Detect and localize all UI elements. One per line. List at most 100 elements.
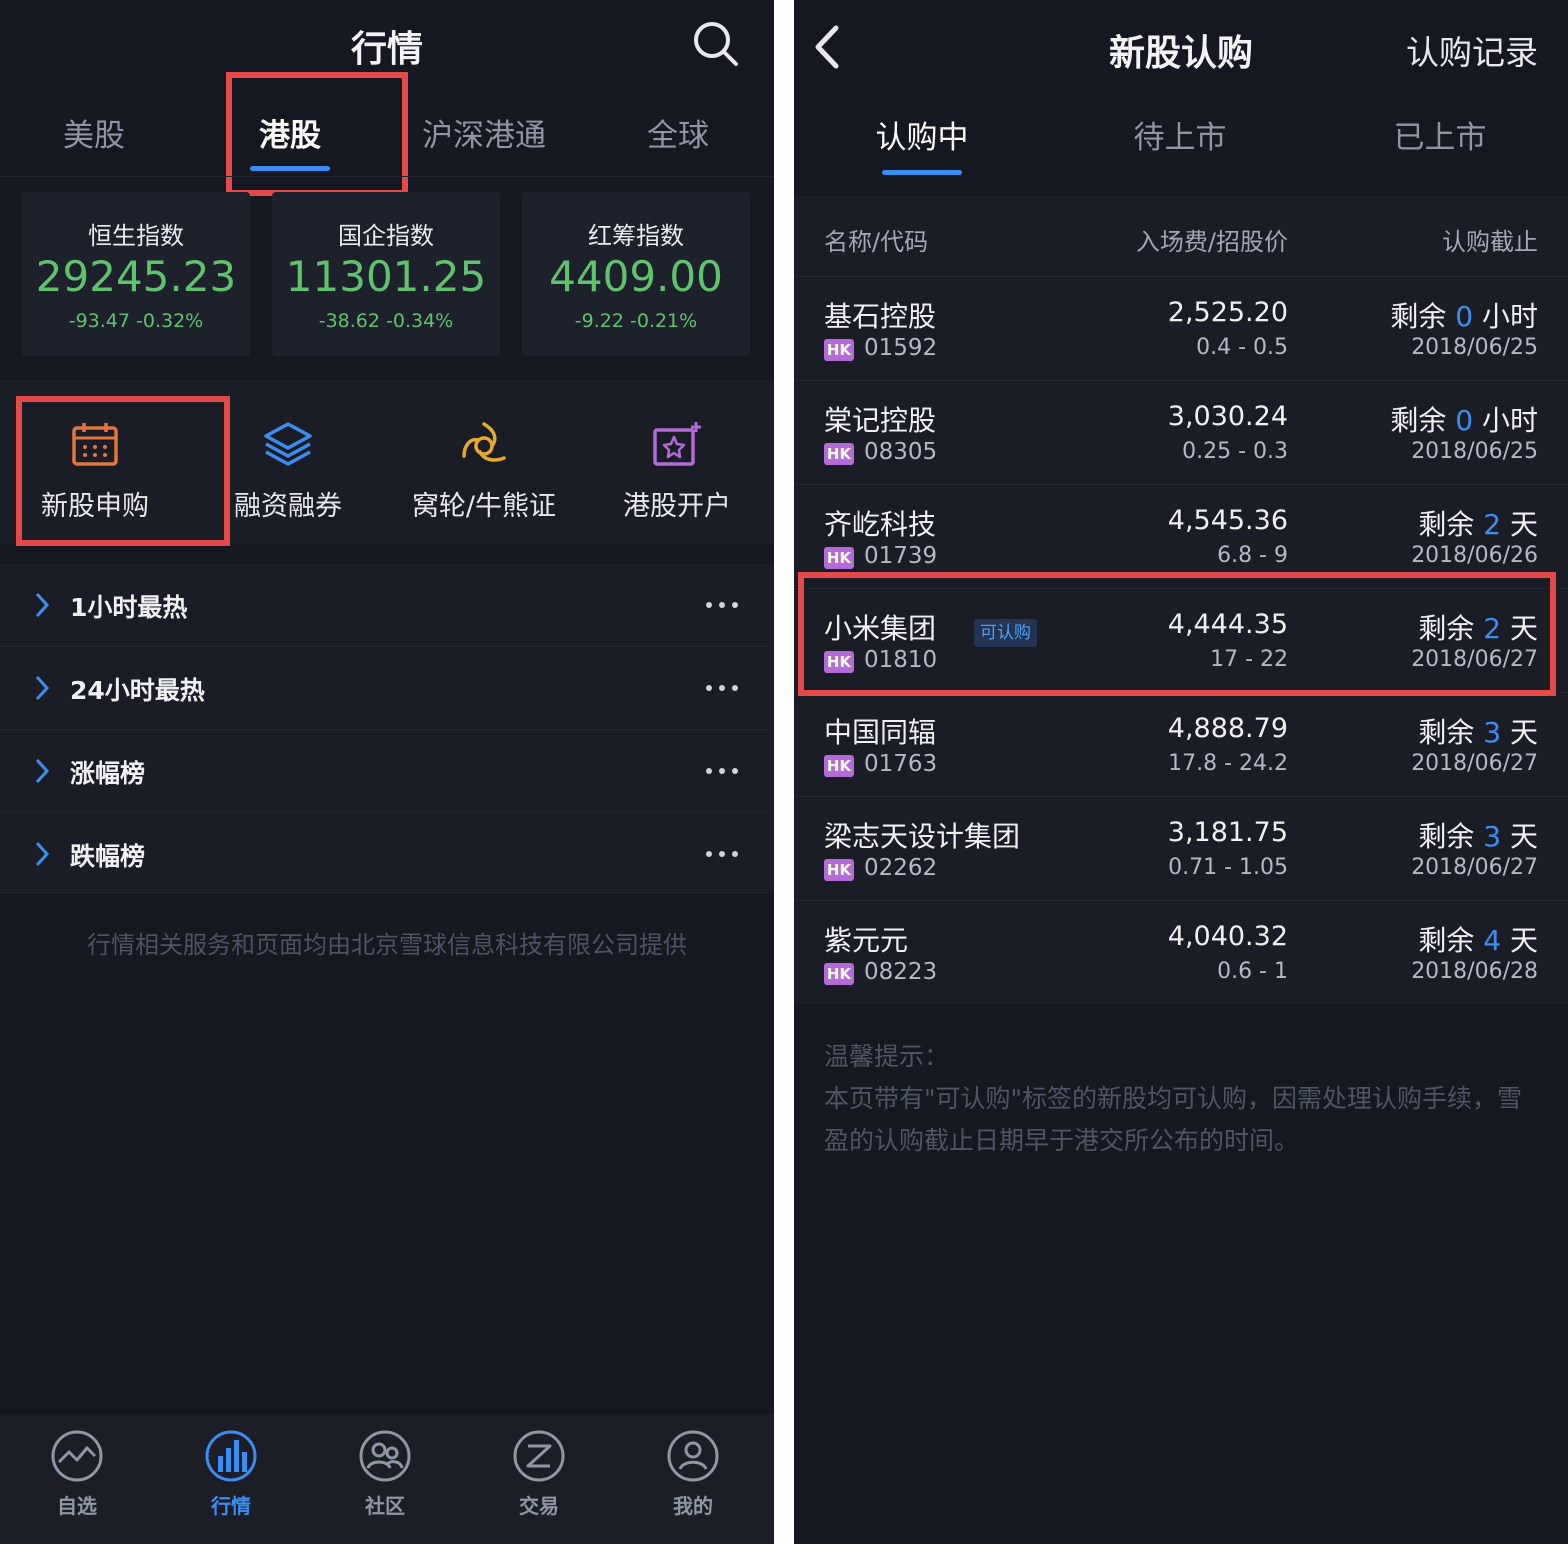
divider: [0, 176, 774, 177]
entry-fee: 3,030.24: [1167, 401, 1288, 432]
remaining-unit: 天: [1501, 924, 1538, 957]
list-item-label: 跌幅榜: [70, 842, 146, 871]
index-card-hscei[interactable]: 国企指数 11301.25 -38.62 -0.34%: [272, 192, 500, 356]
table-row[interactable]: 中国同辐 HK 01763 4,888.79 17.8 - 24.2 剩余 3 天 2018…: [794, 692, 1568, 796]
offer-price-range: 0.25 - 0.3: [1182, 439, 1288, 464]
tabbar-item-trade[interactable]: 交易: [462, 1414, 616, 1544]
table-row[interactable]: 棠记控股 HK 08305 3,030.24 0.25 - 0.3 剩余 0 小时 2018…: [794, 380, 1568, 484]
ipo-name: 紫元元: [824, 924, 909, 957]
ipo-code: 02262: [864, 855, 938, 881]
tabbar-item-community[interactable]: 社区: [308, 1414, 462, 1544]
tab-stock-connect[interactable]: 沪深港通: [394, 110, 574, 155]
shortcut-hk-account[interactable]: 港股开户: [582, 380, 772, 544]
remaining-number: 3: [1483, 820, 1502, 853]
column-header-deadline: 认购截止: [1442, 228, 1538, 256]
entry-fee: 4,040.32: [1167, 921, 1288, 952]
table-row[interactable]: 梁志天设计集团 HK 02262 3,181.75 0.71 - 1.05 剩余 3 天2…: [794, 796, 1568, 900]
list-item[interactable]: 涨幅榜: [0, 730, 774, 813]
table-row[interactable]: 紫元元 HK 08223 4,040.32 0.6 - 1 剩余 4 天 2018/06/2…: [794, 900, 1568, 1004]
remaining-number: 0: [1455, 404, 1474, 437]
tips-title: 温馨提示：: [824, 1042, 950, 1071]
offer-price-range: 0.71 - 1.05: [1168, 855, 1288, 880]
market-screen: 行情 美股 港股 沪深港通 全球 恒生指数 29245.23 -93.47 -0…: [0, 0, 774, 1544]
index-value: 4409.00: [549, 252, 723, 301]
column-header-fee: 入场费/招股价: [1135, 228, 1288, 256]
market-icon: [205, 1430, 257, 1482]
chevron-right-icon: [35, 841, 50, 867]
time-remaining: 剩余 0 小时: [1390, 399, 1538, 439]
ipo-code: 01763: [864, 751, 938, 777]
entry-fee: 4,545.36: [1167, 505, 1288, 536]
index-change: -93.47 -0.32%: [68, 310, 204, 332]
shortcut-label: 窝轮/牛熊证: [411, 491, 557, 522]
offer-price-range: 0.4 - 0.5: [1196, 335, 1288, 360]
remaining-unit: 天: [1501, 508, 1538, 541]
remaining-unit: 小时: [1473, 404, 1538, 437]
list-item[interactable]: 1小时最热: [0, 564, 774, 647]
tabbar-item-profile[interactable]: 我的: [616, 1414, 770, 1544]
hk-market-tag: HK: [824, 755, 854, 777]
subscription-records-link[interactable]: 认购记录: [1406, 26, 1538, 74]
deadline-date: 2018/06/25: [1411, 439, 1538, 464]
chevron-right-icon: [35, 758, 50, 784]
remaining-number: 2: [1483, 508, 1502, 541]
time-remaining: 剩余 2 天: [1418, 503, 1538, 543]
remaining-prefix: 剩余: [1390, 300, 1456, 333]
remaining-number: 0: [1455, 300, 1474, 333]
deadline-date: 2018/06/26: [1411, 543, 1538, 568]
search-icon[interactable]: [690, 18, 740, 68]
layers-icon: [264, 422, 312, 466]
more-icon[interactable]: [704, 683, 740, 693]
list-item[interactable]: 跌幅榜: [0, 813, 774, 896]
index-value: 11301.25: [285, 252, 487, 301]
time-remaining: 剩余 4 天: [1418, 919, 1538, 959]
chevron-right-icon: [35, 592, 50, 618]
index-card-hsi[interactable]: 恒生指数 29245.23 -93.47 -0.32%: [22, 192, 250, 356]
more-icon[interactable]: [704, 849, 740, 859]
chevron-right-icon: [35, 675, 50, 701]
active-tab-indicator: [882, 170, 962, 175]
warrant-icon: [462, 422, 506, 462]
index-card-hscci[interactable]: 红筹指数 4409.00 -9.22 -0.21%: [522, 192, 750, 356]
tabbar-label: 我的: [673, 1494, 713, 1518]
index-change: -9.22 -0.21%: [574, 310, 698, 332]
ipo-name: 棠记控股: [824, 404, 937, 437]
more-icon[interactable]: [704, 600, 740, 610]
tab-pending-listing[interactable]: 待上市: [1070, 112, 1290, 157]
entry-fee: 4,888.79: [1167, 713, 1288, 744]
more-icon[interactable]: [704, 766, 740, 776]
tab-us-stocks[interactable]: 美股: [4, 110, 184, 155]
tabbar-item-watchlist[interactable]: 自选: [0, 1414, 154, 1544]
remaining-prefix: 剩余: [1418, 716, 1484, 749]
time-remaining: 剩余 0 小时: [1390, 295, 1538, 335]
deadline-date: 2018/06/27: [1411, 855, 1538, 880]
shortcut-warrants[interactable]: 窝轮/牛熊证: [386, 380, 582, 544]
entry-fee: 2,525.20: [1167, 297, 1288, 328]
tab-listed[interactable]: 已上市: [1330, 112, 1550, 157]
tabbar-item-market[interactable]: 行情: [154, 1414, 308, 1544]
hk-market-tag: HK: [824, 547, 854, 569]
remaining-unit: 天: [1501, 820, 1538, 853]
ipo-name: 齐屹科技: [824, 508, 937, 541]
time-remaining: 剩余 3 天: [1418, 711, 1538, 751]
ipo-code: 08305: [864, 439, 938, 465]
account-open-icon: [653, 422, 701, 466]
ipo-name: 梁志天设计集团: [824, 820, 1021, 853]
remaining-prefix: 剩余: [1418, 508, 1484, 541]
page-title: 行情: [350, 29, 423, 70]
highlight-box-hk-tab: [226, 72, 408, 196]
offer-price-range: 0.6 - 1: [1217, 959, 1288, 984]
list-item-label: 1小时最热: [70, 593, 188, 622]
tab-global[interactable]: 全球: [588, 110, 768, 155]
entry-fee: 3,181.75: [1167, 817, 1288, 848]
profile-icon: [667, 1430, 719, 1482]
list-item[interactable]: 24小时最热: [0, 647, 774, 730]
offer-price-range: 6.8 - 9: [1217, 543, 1288, 568]
tabbar-label: 社区: [365, 1494, 405, 1518]
shortcut-label: 港股开户: [623, 491, 731, 522]
table-row[interactable]: 基石控股 HK 01592 2,525.20 0.4 - 0.5 剩余 0 小时 2018/…: [794, 276, 1568, 380]
tab-subscribing[interactable]: 认购中: [812, 112, 1032, 157]
remaining-number: 3: [1483, 716, 1502, 749]
tabbar-label: 行情: [211, 1494, 251, 1518]
deadline-date: 2018/06/27: [1411, 751, 1538, 776]
